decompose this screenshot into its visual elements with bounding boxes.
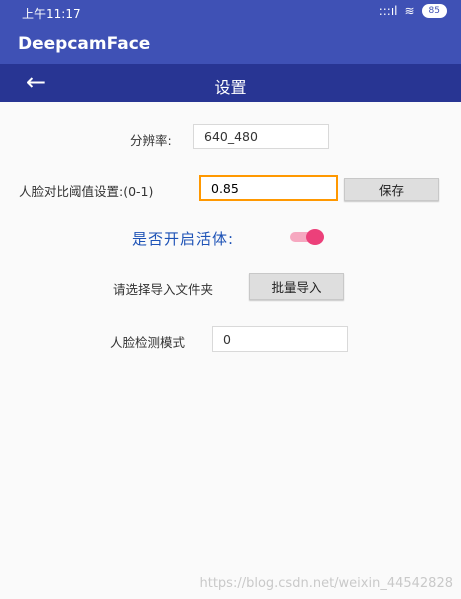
- resolution-input[interactable]: 640_480: [193, 124, 329, 149]
- liveness-toggle[interactable]: [288, 229, 328, 245]
- wifi-icon: ≋: [404, 4, 415, 18]
- status-bar: 上午11:17 :::ıl ≋ 85: [0, 0, 461, 24]
- batch-import-button[interactable]: 批量导入: [249, 273, 344, 300]
- app-bar: DeepcamFace: [0, 24, 461, 64]
- signal-icon: :::ıl: [378, 4, 398, 18]
- watermark: https://blog.csdn.net/weixin_44542828: [199, 576, 453, 591]
- threshold-input[interactable]: 0.85: [199, 175, 338, 201]
- status-icons: :::ıl ≋ 85: [379, 4, 447, 18]
- page-title: 设置: [214, 78, 247, 97]
- app-title: DeepcamFace: [18, 34, 151, 54]
- nav-bar: ← 设置: [0, 64, 461, 102]
- battery-icon: 85: [421, 4, 447, 18]
- toggle-thumb: [306, 229, 324, 245]
- liveness-label: 是否开启活体:: [132, 230, 235, 248]
- import-folder-label: 请选择导入文件夹: [113, 282, 214, 297]
- detect-mode-input[interactable]: 0: [212, 326, 348, 352]
- resolution-label: 分辨率:: [130, 133, 172, 148]
- detect-mode-label: 人脸检测模式: [110, 335, 186, 350]
- threshold-label: 人脸对比阈值设置:(0-1): [19, 184, 154, 199]
- save-button[interactable]: 保存: [344, 178, 439, 201]
- status-time: 上午11:17: [22, 7, 81, 21]
